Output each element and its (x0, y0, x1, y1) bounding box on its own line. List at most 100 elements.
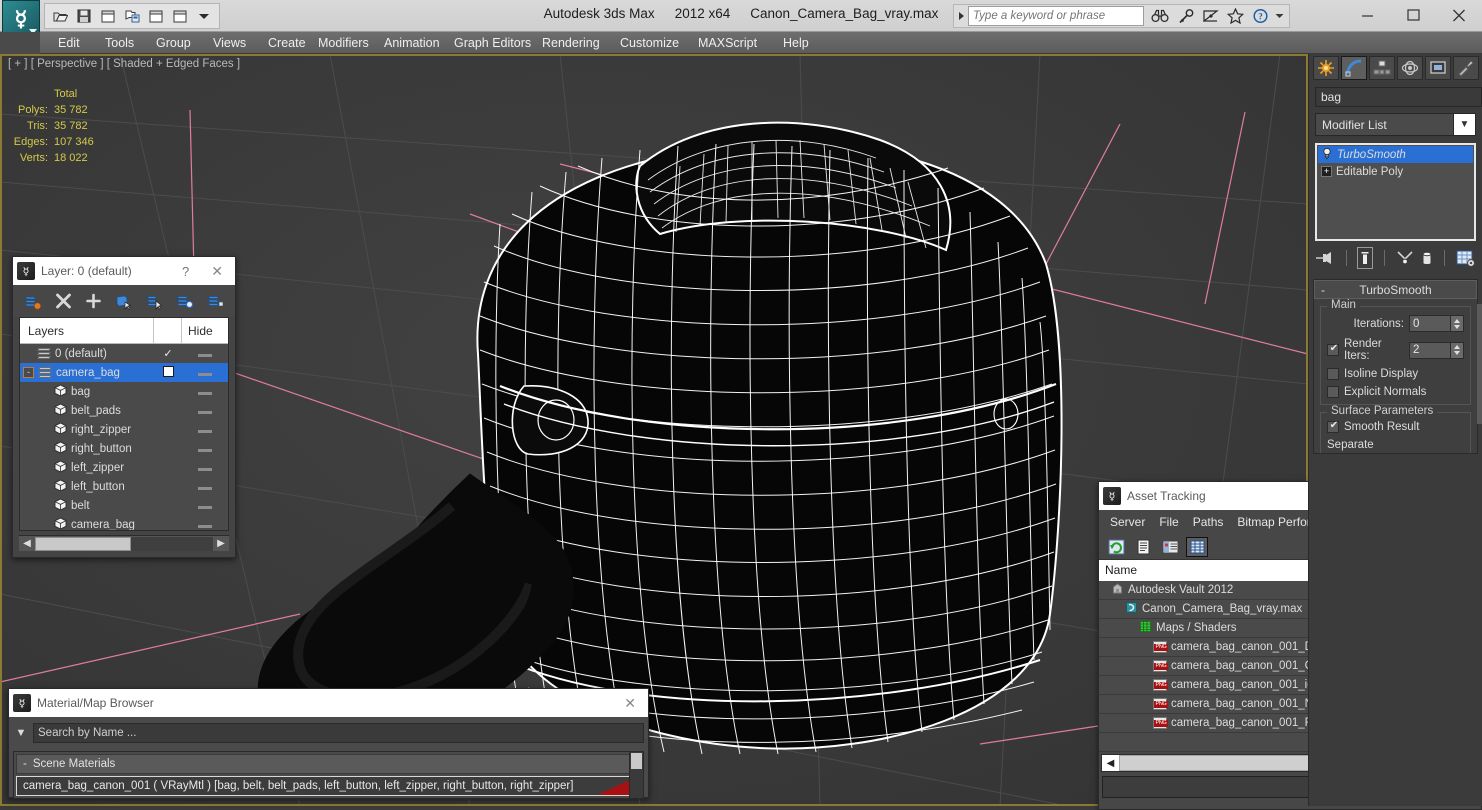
layer-current-check[interactable]: ✓ (154, 347, 182, 360)
render-iters-input[interactable] (1409, 341, 1451, 359)
explicit-normals-checkbox[interactable] (1327, 386, 1339, 398)
undo-icon[interactable] (97, 5, 119, 27)
smooth-result-row[interactable]: Smooth Result (1327, 420, 1464, 433)
layer-hide-toggle[interactable] (182, 348, 228, 360)
group-collapse-icon[interactable]: - (23, 758, 27, 770)
turbosmooth-rollout[interactable]: - TurboSmooth Main Iterations: Render It… (1313, 279, 1478, 454)
expand-collapse-icon[interactable]: - (23, 367, 34, 378)
layer-hide-toggle[interactable] (182, 424, 228, 436)
layer-row-0-default[interactable]: 0 (default) ✓ (20, 344, 228, 363)
more-icon[interactable] (193, 5, 215, 27)
layer-current-checkbox[interactable] (154, 365, 182, 380)
quick-access-toolbar[interactable] (44, 3, 220, 29)
modifier-stack-toolbar[interactable] (1315, 245, 1476, 271)
material-list-item[interactable]: camera_bag_canon_001 ( VRayMtl ) [bag, b… (16, 776, 641, 796)
layer-hide-toggle[interactable] (182, 481, 228, 493)
layer-list-horizontal-scrollbar[interactable]: ◀ ▶ (19, 535, 229, 551)
render-iters-spinner-arrows[interactable] (1451, 341, 1464, 359)
command-panel-scrollbar[interactable] (1477, 304, 1482, 424)
subscription-icon[interactable] (1198, 4, 1222, 28)
key-icon[interactable] (1173, 4, 1197, 28)
material-search-input[interactable] (33, 723, 644, 743)
menu-customize[interactable]: Customize (612, 32, 687, 54)
menu-rendering[interactable]: Rendering (534, 32, 608, 54)
layer-list[interactable]: Layers Hide 0 (default) ✓ - camera_bag b… (19, 317, 229, 531)
configure-modifier-sets-icon[interactable] (1456, 247, 1476, 269)
layer-dialog[interactable]: ☿ Layer: 0 (default) ? ✕ Layers Hide 0 (… (12, 256, 236, 558)
plus-expand-icon[interactable]: + (1321, 166, 1332, 177)
scroll-left-arrow[interactable]: ◀ (1102, 758, 1119, 769)
scrollbar-track[interactable] (35, 536, 213, 551)
isoline-display-row[interactable]: Isoline Display (1327, 368, 1464, 380)
asset-menu-server[interactable]: Server (1103, 515, 1152, 529)
window-controls[interactable] (1344, 0, 1482, 30)
maximize-button[interactable] (1390, 0, 1436, 30)
favorites-star-icon[interactable] (1223, 4, 1247, 28)
display-tab-icon[interactable] (1425, 56, 1451, 80)
iterations-spinner-arrows[interactable] (1451, 315, 1464, 332)
command-panel-tabs[interactable] (1309, 54, 1482, 82)
layer-hide-toggle[interactable] (182, 386, 228, 398)
scrollbar-thumb[interactable] (35, 536, 132, 551)
material-browser-titlebar[interactable]: ☿ Material/Map Browser ✕ (9, 689, 648, 717)
open-icon[interactable] (49, 5, 71, 27)
table-view-icon[interactable] (1186, 536, 1208, 557)
minimize-button[interactable] (1344, 0, 1390, 30)
close-button[interactable] (1436, 0, 1482, 30)
utilities-tab-icon[interactable] (1453, 56, 1479, 80)
command-panel[interactable]: Modifier List ▼ TurboSmooth + Editable P… (1308, 54, 1482, 806)
layer-toolbar[interactable] (13, 285, 235, 317)
detail-view-icon[interactable] (1159, 537, 1181, 557)
layer-row-camera-bag[interactable]: - camera_bag (20, 363, 228, 382)
layer-row-right-button[interactable]: right_button (20, 439, 228, 458)
search-input[interactable] (968, 6, 1144, 26)
rollout-header[interactable]: - TurboSmooth (1314, 280, 1477, 299)
layer-row-left-zipper[interactable]: left_zipper (20, 458, 228, 477)
remove-modifier-icon[interactable] (1420, 247, 1434, 269)
material-browser-close-button[interactable]: ✕ (616, 695, 644, 712)
layer-hide-toggle[interactable] (182, 462, 228, 474)
menu-animation[interactable]: Animation (376, 32, 448, 54)
binoculars-icon[interactable] (1148, 4, 1172, 28)
asset-menu-paths[interactable]: Paths (1186, 515, 1231, 529)
scrollbar-thumb[interactable] (631, 753, 642, 769)
layer-properties-icon[interactable] (206, 291, 225, 311)
rollout-collapse-icon[interactable]: - (1321, 283, 1325, 297)
render-iters-stepper[interactable] (1409, 341, 1464, 359)
make-unique-icon[interactable] (1396, 247, 1414, 269)
chevron-down-icon[interactable]: ▼ (1453, 114, 1475, 135)
motion-tab-icon[interactable] (1397, 56, 1423, 80)
render-iters-checkbox[interactable] (1327, 343, 1340, 356)
explicit-normals-row[interactable]: Explicit Normals (1327, 386, 1464, 398)
layer-dialog-titlebar[interactable]: ☿ Layer: 0 (default) ? ✕ (13, 257, 235, 285)
highlight-selected-objects-icon[interactable] (175, 291, 194, 311)
show-end-result-icon[interactable] (1357, 247, 1374, 269)
save-icon[interactable] (73, 5, 95, 27)
layer-list-body[interactable]: 0 (default) ✓ - camera_bag bag belt_pads… (20, 344, 228, 530)
object-name-row[interactable] (1315, 87, 1482, 107)
menu-create[interactable]: Create (260, 32, 314, 54)
layer-hide-toggle[interactable] (182, 443, 228, 455)
modifier-stack[interactable]: TurboSmooth + Editable Poly (1315, 143, 1476, 241)
layer-row-right-zipper[interactable]: right_zipper (20, 420, 228, 439)
material-search-row[interactable]: ▼ (13, 721, 644, 745)
asset-menu-file[interactable]: File (1152, 515, 1185, 529)
isoline-display-checkbox[interactable] (1327, 368, 1339, 380)
object-name-input[interactable] (1315, 87, 1482, 107)
modifier-stack-item-turbosmooth[interactable]: TurboSmooth (1318, 146, 1473, 163)
layer-row-left-button[interactable]: left_button (20, 477, 228, 496)
scene-materials-group[interactable]: - Scene Materials (16, 754, 641, 774)
render-iters-row[interactable]: Render Iters: (1327, 338, 1464, 362)
menu-graph-editors[interactable]: Graph Editors (446, 32, 539, 54)
search-dropdown-icon[interactable] (954, 4, 968, 28)
list-view-icon[interactable] (1132, 537, 1154, 557)
create-tab-icon[interactable] (1313, 56, 1339, 80)
refresh-icon[interactable] (1105, 537, 1127, 557)
new-icon[interactable] (145, 5, 167, 27)
menu-modifiers[interactable]: Modifiers (310, 32, 377, 54)
menu-tools[interactable]: Tools (97, 32, 142, 54)
layer-hide-toggle[interactable] (182, 519, 228, 531)
modifier-stack-item-editable-poly[interactable]: + Editable Poly (1318, 163, 1473, 180)
window-icon[interactable] (169, 5, 191, 27)
help-dropdown-icon[interactable] (1273, 4, 1285, 28)
